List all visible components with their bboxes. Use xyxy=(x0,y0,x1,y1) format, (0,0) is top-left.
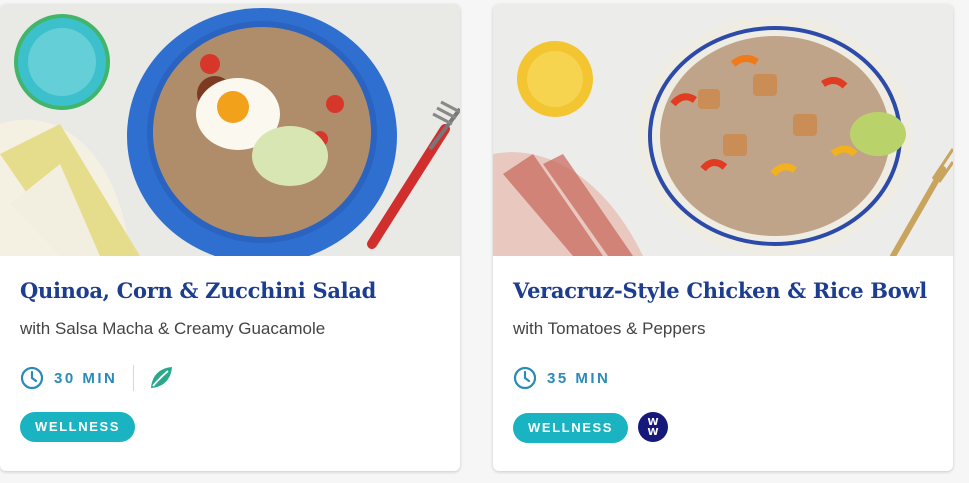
svg-text:W: W xyxy=(648,427,659,438)
cook-time: 30 MIN xyxy=(54,369,118,387)
recipe-tags: WELLNESS xyxy=(20,412,136,442)
recipe-tags: WELLNESS W W xyxy=(513,412,670,444)
leaf-icon xyxy=(151,367,173,388)
recipe-title[interactable]: Quinoa, Corn & Zucchini Salad xyxy=(20,278,450,303)
recipe-subtitle: with Tomatoes & Peppers xyxy=(513,319,706,338)
clock-icon xyxy=(20,366,44,390)
recipe-card-quinoa-salad[interactable]: Quinoa, Corn & Zucchini Salad with Salsa… xyxy=(0,4,460,471)
recipe-meta: 30 MIN xyxy=(20,364,174,392)
recipe-photo[interactable] xyxy=(0,4,460,256)
meta-divider xyxy=(133,365,135,391)
recipe-meta: 35 MIN xyxy=(513,364,610,392)
recipe-card-veracruz-chicken[interactable]: Veracruz-Style Chicken & Rice Bowl with … xyxy=(493,4,953,471)
recipe-subtitle: with Salsa Macha & Creamy Guacamole xyxy=(20,319,326,338)
recipe-title[interactable]: Veracruz-Style Chicken & Rice Bowl xyxy=(513,278,943,303)
cook-time: 35 MIN xyxy=(547,369,611,387)
recipe-photo[interactable] xyxy=(493,4,953,256)
wellness-badge[interactable]: WELLNESS xyxy=(20,412,136,442)
clock-icon xyxy=(513,366,537,390)
ww-logo-icon: W W xyxy=(638,412,669,442)
wellness-badge[interactable]: WELLNESS xyxy=(513,413,629,443)
